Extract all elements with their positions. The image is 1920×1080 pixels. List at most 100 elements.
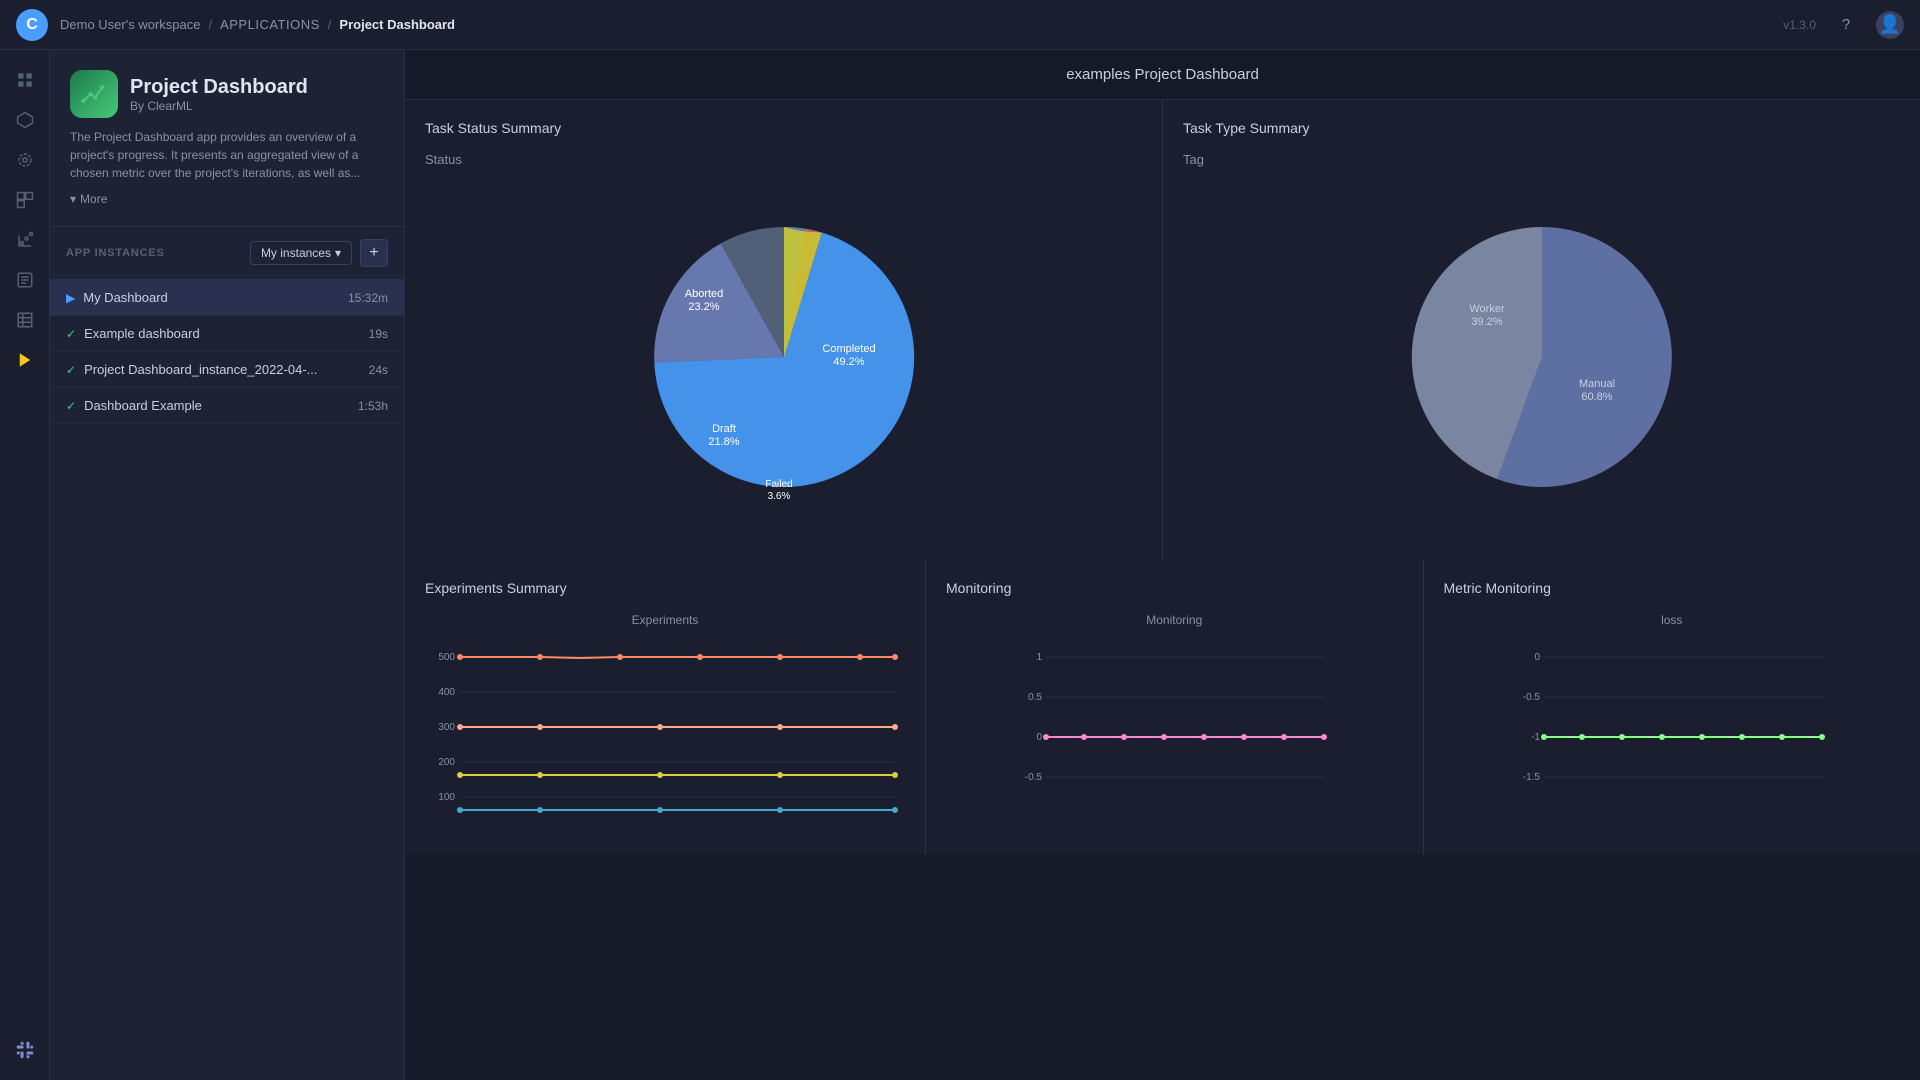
instance-item-3[interactable]: ✓ Dashboard Example 1:53h	[50, 388, 404, 424]
more-button[interactable]: ▾ More	[70, 192, 384, 206]
top-charts-grid: Task Status Summary Status	[405, 100, 1920, 560]
svg-text:Aborted: Aborted	[684, 288, 723, 300]
svg-text:-0.5: -0.5	[1523, 692, 1541, 703]
task-type-pie: Manual 60.8% Worker 39.2%	[1183, 177, 1900, 537]
dashboard-title: examples Project Dashboard	[405, 50, 1920, 100]
svg-text:500: 500	[438, 652, 455, 663]
svg-text:Failed: Failed	[765, 479, 792, 490]
sidebar-experiments-icon[interactable]	[7, 102, 43, 138]
svg-text:23.2%: 23.2%	[688, 301, 719, 313]
instance-name-2: ✓ Project Dashboard_instance_2022-04-...	[66, 362, 318, 377]
instance-time-2: 24s	[369, 363, 388, 377]
metric-monitoring-subtitle: loss	[1661, 613, 1682, 627]
task-status-card: Task Status Summary Status	[405, 100, 1162, 560]
svg-text:39.2%: 39.2%	[1471, 316, 1502, 328]
svg-text:21.8%: 21.8%	[708, 436, 739, 448]
instance-item-2[interactable]: ✓ Project Dashboard_instance_2022-04-...…	[50, 352, 404, 388]
app-title-row: Project Dashboard By ClearML	[70, 70, 384, 118]
add-instance-button[interactable]: +	[360, 239, 388, 267]
topnav: C Demo User's workspace / APPLICATIONS /…	[0, 0, 1920, 50]
svg-text:0.5: 0.5	[1028, 692, 1042, 703]
instance-status-0: ▶	[66, 291, 75, 305]
app-description: The Project Dashboard app provides an ov…	[70, 128, 384, 182]
instance-status-3: ✓	[66, 399, 76, 413]
workspace-link[interactable]: Demo User's workspace	[60, 17, 200, 32]
instance-list: ▶ My Dashboard 15:32m ✓ Example dashboar…	[50, 280, 404, 1080]
sidebar-tables-icon[interactable]	[7, 302, 43, 338]
task-type-title: Task Type Summary	[1183, 120, 1900, 136]
monitoring-card: Monitoring Monitoring 1 0.5 0 -0.5	[926, 560, 1423, 855]
sidebar-models-icon[interactable]	[7, 142, 43, 178]
metric-monitoring-title: Metric Monitoring	[1444, 580, 1901, 596]
instances-dropdown[interactable]: My instances ▾	[250, 241, 352, 265]
app-icon	[70, 70, 118, 118]
sidebar-datasets-icon[interactable]	[7, 182, 43, 218]
app-title-text: Project Dashboard By ClearML	[130, 76, 308, 113]
svg-text:3.6%: 3.6%	[767, 491, 790, 502]
svg-text:60.8%: 60.8%	[1581, 391, 1612, 403]
svg-text:300: 300	[438, 722, 455, 733]
version-badge: v1.3.0	[1783, 18, 1816, 32]
instance-name-3: ✓ Dashboard Example	[66, 398, 202, 413]
svg-text:100: 100	[438, 792, 455, 803]
instances-controls: My instances ▾ +	[250, 239, 388, 267]
svg-text:-1.5: -1.5	[1523, 772, 1541, 783]
applications-link[interactable]: APPLICATIONS	[220, 17, 320, 32]
breadcrumb: Demo User's workspace / APPLICATIONS / P…	[60, 17, 455, 32]
instance-name-0: ▶ My Dashboard	[66, 290, 168, 305]
experiments-title: Experiments Summary	[425, 580, 905, 596]
sep2: /	[328, 17, 332, 32]
current-page: Project Dashboard	[339, 17, 455, 32]
sidebar-slack-icon[interactable]	[7, 1032, 43, 1068]
instances-header: APP INSTANCES My instances ▾ +	[50, 227, 404, 280]
icon-sidebar	[0, 50, 50, 1080]
svg-text:0: 0	[1037, 732, 1043, 743]
main-layout: Project Dashboard By ClearML The Project…	[0, 50, 1920, 1080]
instance-time-0: 15:32m	[348, 291, 388, 305]
instance-name-1: ✓ Example dashboard	[66, 326, 200, 341]
metric-monitoring-card: Metric Monitoring loss 0 -0.5 -1 -1.5	[1424, 560, 1920, 855]
experiments-chart: 500 400 300 200 100	[425, 635, 905, 835]
bottom-charts-grid: Experiments Summary Experiments 500 400 …	[405, 560, 1920, 855]
instance-status-1: ✓	[66, 327, 76, 341]
app-title: Project Dashboard	[130, 76, 308, 99]
instance-item-0[interactable]: ▶ My Dashboard 15:32m	[50, 280, 404, 316]
left-panel: Project Dashboard By ClearML The Project…	[50, 50, 405, 1080]
svg-text:Worker: Worker	[1469, 303, 1505, 315]
user-avatar[interactable]: 👤	[1876, 11, 1904, 39]
task-status-title: Task Status Summary	[425, 120, 1142, 136]
main-content: examples Project Dashboard Task Status S…	[405, 50, 1920, 1080]
instance-status-2: ✓	[66, 363, 76, 377]
monitoring-chart: 1 0.5 0 -0.5	[946, 635, 1403, 835]
sidebar-pipelines-icon[interactable]	[7, 222, 43, 258]
logo[interactable]: C	[16, 9, 48, 41]
svg-text:49.2%: 49.2%	[833, 356, 864, 368]
experiments-card: Experiments Summary Experiments 500 400 …	[405, 560, 925, 855]
monitoring-title: Monitoring	[946, 580, 1403, 596]
svg-text:1: 1	[1037, 652, 1043, 663]
metric-monitoring-chart: 0 -0.5 -1 -1.5	[1444, 635, 1901, 835]
sidebar-reports-icon[interactable]	[7, 262, 43, 298]
svg-text:200: 200	[438, 757, 455, 768]
task-type-card: Task Type Summary Tag Manual 60.8% Worke…	[1163, 100, 1920, 560]
task-status-pie: Completed 49.2% Aborted 23.2% Draft 21.8…	[425, 177, 1142, 537]
monitoring-subtitle: Monitoring	[1146, 613, 1202, 627]
svg-text:0: 0	[1534, 652, 1540, 663]
svg-text:-0.5: -0.5	[1025, 772, 1043, 783]
experiments-subtitle: Experiments	[632, 613, 699, 627]
instance-item-1[interactable]: ✓ Example dashboard 19s	[50, 316, 404, 352]
app-author: By ClearML	[130, 99, 308, 113]
instance-time-3: 1:53h	[358, 399, 388, 413]
help-button[interactable]: ?	[1832, 11, 1860, 39]
task-status-subtitle: Status	[425, 152, 1142, 167]
instances-label: APP INSTANCES	[66, 247, 165, 259]
instance-time-1: 19s	[369, 327, 388, 341]
app-header: Project Dashboard By ClearML The Project…	[50, 50, 404, 227]
task-type-subtitle: Tag	[1183, 152, 1900, 167]
sidebar-home-icon[interactable]	[7, 62, 43, 98]
svg-text:Manual: Manual	[1578, 378, 1614, 390]
sidebar-apps-icon[interactable]	[7, 342, 43, 378]
svg-text:-1: -1	[1531, 732, 1540, 743]
svg-text:Draft: Draft	[712, 423, 736, 435]
svg-text:Completed: Completed	[822, 343, 875, 355]
